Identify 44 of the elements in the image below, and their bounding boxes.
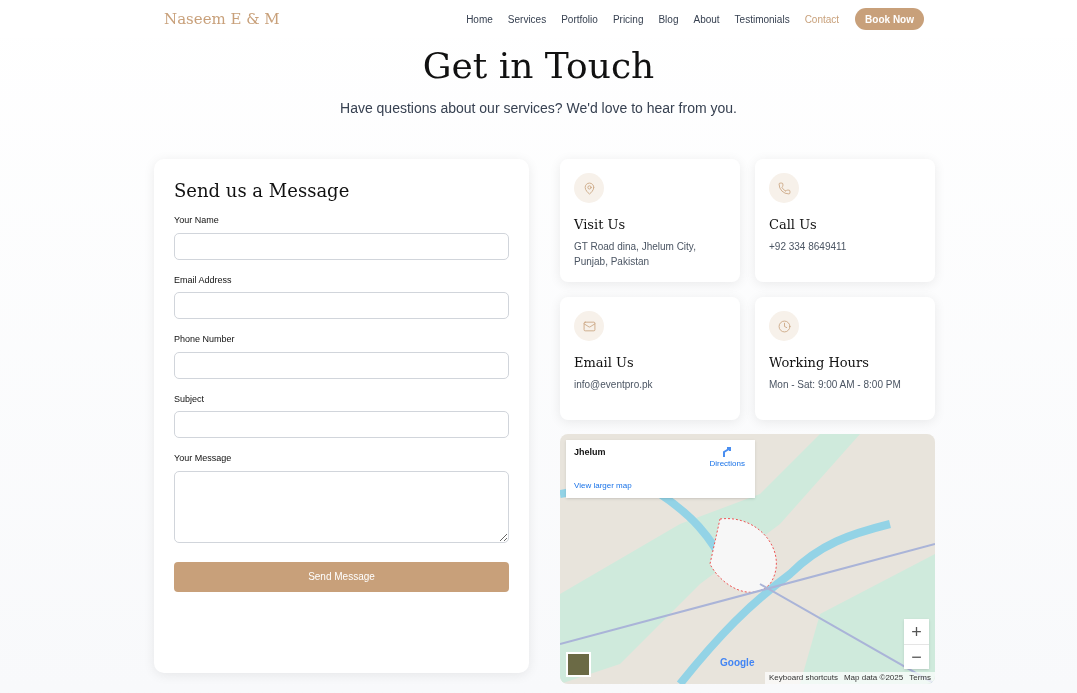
zoom-out-button[interactable]: − — [904, 644, 929, 669]
clock-icon — [769, 311, 799, 341]
input-field[interactable] — [174, 292, 509, 319]
field-label: Your Message — [174, 452, 233, 465]
field-label: Subject — [174, 392, 206, 406]
card-text: +92 334 8649411 — [769, 239, 848, 254]
input-field[interactable] — [174, 351, 509, 379]
satellite-thumbnail[interactable] — [566, 652, 591, 677]
page-title: Get in Touch — [421, 44, 656, 88]
card-title: Visit Us — [574, 216, 627, 234]
envelope-icon — [574, 311, 604, 341]
card-text: info@eventpro.pk — [574, 377, 654, 392]
directions-icon — [721, 446, 734, 458]
input-field[interactable] — [174, 232, 509, 260]
phone-icon — [769, 173, 799, 203]
zoom-in-button[interactable]: + — [904, 619, 929, 644]
form-title: Send us a Message — [174, 179, 351, 203]
card-text: Mon - Sat: 9:00 AM - 8:00 PM — [769, 377, 902, 392]
google-logo: Google — [720, 656, 755, 670]
card-title: Working Hours — [769, 354, 870, 372]
nav-link[interactable]: Testimonials — [734, 11, 790, 27]
map-footer-link[interactable]: Keyboard shortcuts — [769, 672, 838, 684]
card-title: Email Us — [574, 354, 635, 372]
place-name: Jhelum — [574, 446, 606, 459]
field-label: Your Name — [174, 214, 220, 227]
nav-link[interactable]: Home — [466, 11, 493, 27]
map-footer-link[interactable]: Terms — [909, 672, 931, 684]
nav-link[interactable]: About — [693, 11, 720, 27]
field-label: Phone Number — [174, 333, 236, 346]
input-field[interactable] — [174, 411, 509, 438]
larger-map-link[interactable]: View larger map — [574, 480, 632, 492]
directions-link[interactable]: Directions — [709, 446, 745, 470]
page-subtitle: Have questions about our services? We'd love to hear from you. — [339, 99, 738, 118]
message-field[interactable] — [174, 470, 509, 543]
map-panel[interactable]: Jhelum Directions View larger map + − Google Keyboard shortcuts Map data ©2025 Terms — [560, 434, 935, 684]
nav-link[interactable]: Blog — [658, 11, 679, 27]
card-title: Call Us — [769, 216, 818, 234]
nav-link[interactable]: Pricing — [612, 11, 644, 27]
nav-link[interactable]: Services — [507, 11, 547, 27]
nav-link[interactable]: Portfolio — [561, 11, 598, 27]
map-footer-link[interactable]: Map data ©2025 — [843, 672, 904, 684]
pin-icon — [574, 173, 604, 203]
field-label: Email Address — [174, 273, 233, 287]
card-text: GT Road dina, Jhelum City, Punjab, Pakistan — [574, 239, 697, 269]
